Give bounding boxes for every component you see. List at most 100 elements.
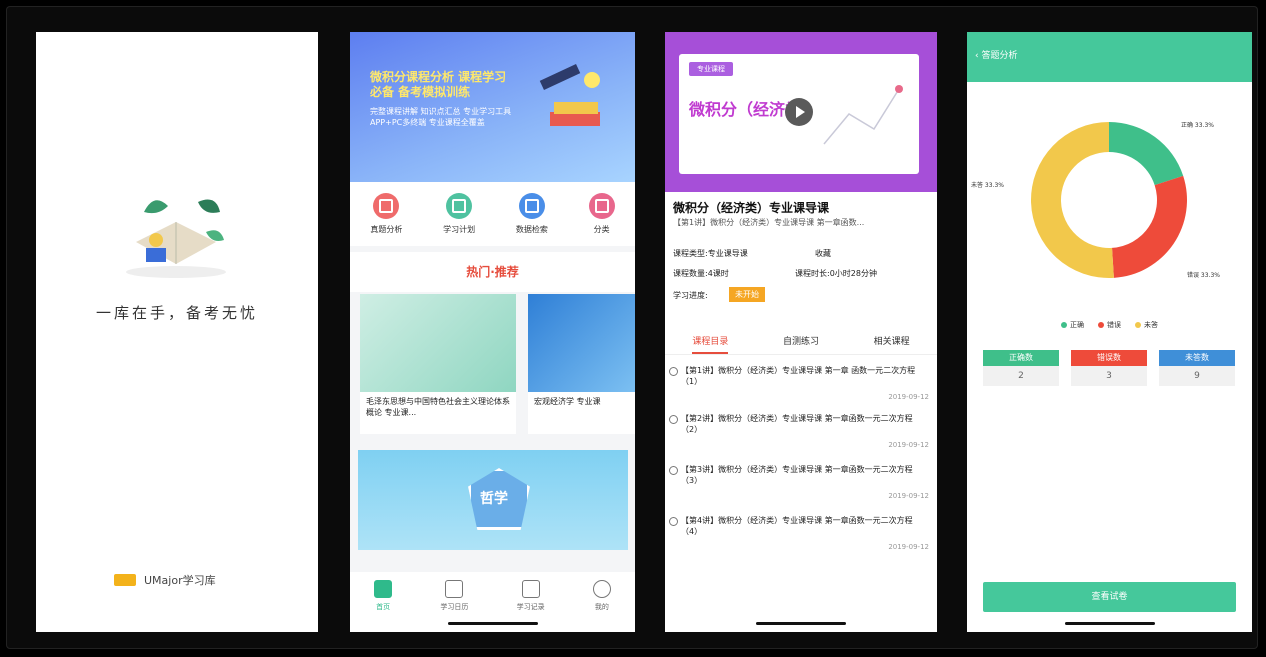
stat-label: 未答数 — [1159, 350, 1235, 366]
stat-unanswered: 未答数 9 — [1159, 350, 1235, 386]
legend-item: 未答 — [1135, 320, 1158, 330]
brand-logo-icon — [114, 574, 136, 586]
legend-item: 错误 — [1098, 320, 1121, 330]
category-row: 真题分析 学习计划 数据检索 分类 — [350, 182, 635, 246]
category-data-search[interactable]: 数据检索 — [516, 193, 548, 235]
banner-title: 微积分课程分析 课程学习必备 备考模拟训练 — [370, 70, 507, 99]
course-duration: 课程时长:0小时28分钟 — [795, 269, 877, 278]
lesson-item[interactable]: 【第1讲】微积分（经济类）专业课导课 第一章 函数一元二次方程（1） 2019-0… — [669, 365, 929, 403]
progress-label: 学习进度: — [673, 291, 708, 300]
video-frame: 专业课程 微积分（经济类） — [679, 54, 919, 174]
search-icon — [518, 193, 545, 219]
pie-label-wrong: 错误 33.3% — [1187, 272, 1220, 279]
course-card[interactable]: 毛泽东思想与中国特色社会主义理论体系概论 专业课... — [360, 294, 516, 434]
splash-screen: 一库在手，备考无忧 UMajor学习库 — [36, 32, 318, 632]
stat-value: 9 — [1159, 366, 1235, 386]
lesson-title: 【第4讲】微积分（经济类）专业课导课 第一章函数一元二次方程 （4） — [681, 516, 913, 536]
progress-badge: 未开始 — [729, 287, 765, 302]
lesson-item[interactable]: 【第3讲】微积分（经济类）专业课导课 第一章函数一元二次方程（3） 2019-09… — [669, 464, 929, 502]
lesson-date: 2019-09-12 — [888, 543, 929, 551]
philosophy-banner[interactable]: 哲学 — [358, 450, 628, 550]
view-paper-button[interactable]: 查看试卷 — [983, 582, 1236, 612]
brand: UMajor学习库 — [114, 572, 216, 588]
back-label: 答题分析 — [981, 51, 1018, 61]
lesson-title: 【第3讲】微积分（经济类）专业课导课 第一章函数一元二次方程（3） — [681, 465, 913, 485]
tab-profile[interactable]: 我的 — [592, 580, 611, 632]
tab-label: 首页 — [376, 603, 391, 611]
donut-chart — [1031, 122, 1187, 278]
stat-correct: 正确数 2 — [983, 350, 1059, 386]
legend-item: 正确 — [1061, 320, 1084, 330]
pie-label-unanswered: 未答 33.3% — [971, 182, 1004, 189]
category-classify[interactable]: 分类 — [588, 193, 615, 235]
course-caption: 宏观经济学 专业课 — [534, 397, 601, 406]
back-button[interactable]: ‹ 答题分析 — [975, 48, 1017, 61]
screenshot-frame: 一库在手，备考无忧 UMajor学习库 微积分课程分析 课程学习必备 备考模拟训… — [6, 6, 1258, 649]
course-cover — [528, 294, 635, 392]
tab-home[interactable]: 首页 — [374, 580, 393, 632]
plan-icon — [446, 193, 473, 219]
lesson-date: 2019-09-12 — [888, 441, 929, 449]
category-label: 真题分析 — [370, 225, 403, 234]
graph-illustration — [823, 85, 903, 145]
home-indicator — [756, 622, 846, 625]
stat-label: 错误数 — [1071, 350, 1147, 366]
course-subtitle: 【第1讲】微积分（经济类）专业课导课 第一章函数... — [673, 218, 865, 227]
pie-label-correct: 正确 33.3% — [1181, 122, 1214, 129]
analysis-screen: ‹ 答题分析 正确 33.3% 错误 33.3% 未答 33.3% 正确 错误 … — [967, 32, 1252, 632]
section-hot-recommend: 热门·推荐 — [350, 246, 635, 292]
course-caption: 毛泽东思想与中国特色社会主义理论体系概论 专业课... — [366, 397, 510, 417]
brand-name: UMajor学习库 — [144, 574, 216, 587]
video-player[interactable]: 专业课程 微积分（经济类） — [665, 32, 937, 192]
stat-value: 2 — [983, 366, 1059, 386]
book-icon — [521, 580, 540, 598]
chart-legend: 正确 错误 未答 — [967, 320, 1252, 330]
course-card[interactable]: 宏观经济学 专业课 — [528, 294, 635, 434]
tab-related[interactable]: 相关课程 — [874, 328, 910, 354]
banner-label: 哲学 — [480, 491, 508, 507]
slogan: 一库在手，备考无忧 — [95, 304, 258, 322]
lesson-date: 2019-09-12 — [888, 492, 929, 500]
course-type: 课程类型:专业课导课 — [673, 249, 748, 258]
category-exam-analysis[interactable]: 真题分析 — [370, 193, 402, 235]
telescope-illustration — [539, 64, 600, 126]
home-screen: 微积分课程分析 课程学习必备 备考模拟训练 完整课程讲解 知识点汇总 专业学习工… — [350, 32, 635, 632]
user-icon — [592, 580, 611, 598]
tab-practice[interactable]: 自测练习 — [783, 328, 819, 354]
course-detail-screen: 专业课程 微积分（经济类） 微积分（经济类）专业课导课 【第1讲】微积分（经济类… — [665, 32, 937, 632]
nav-bar: ‹ 答题分析 — [967, 32, 1252, 82]
donut-slice-3 — [1031, 122, 1114, 278]
course-tag: 专业课程 — [689, 62, 733, 76]
home-indicator — [1064, 622, 1155, 625]
stat-wrong: 错误数 3 — [1071, 350, 1147, 386]
book-illustration — [126, 199, 226, 278]
stat-label: 正确数 — [983, 350, 1059, 366]
lesson-item[interactable]: 【第4讲】微积分（经济类）专业课导课 第一章函数一元二次方程 （4） 2019-0… — [669, 515, 929, 553]
category-label: 学习计划 — [443, 225, 476, 234]
banner-subtitle: 完整课程讲解 知识点汇总 专业学习工具 APP+PC多终端 专业课程全覆盖 — [370, 107, 512, 127]
tab-label: 学习日历 — [440, 603, 469, 611]
exam-icon — [373, 193, 400, 219]
donut-slice-2 — [1112, 175, 1187, 278]
course-cover — [360, 294, 516, 392]
lesson-title: 【第1讲】微积分（经济类）专业课导课 第一章 函数一元二次方程（1） — [681, 366, 916, 386]
category-label: 分类 — [593, 225, 610, 234]
lesson-title: 【第2讲】微积分（经济类）专业课导课 第一章函数一元二次方程（2） — [681, 414, 913, 434]
course-count: 课程数量:4课时 — [673, 269, 729, 278]
tab-label: 我的 — [594, 603, 609, 611]
home-indicator — [447, 622, 538, 625]
home-icon — [374, 580, 393, 598]
lesson-date: 2019-09-12 — [888, 393, 929, 401]
lesson-item[interactable]: 【第2讲】微积分（经济类）专业课导课 第一章函数一元二次方程（2） 2019-09… — [669, 413, 929, 451]
category-label: 数据检索 — [515, 225, 548, 234]
course-title: 微积分（经济类）专业课导课 — [673, 201, 830, 215]
tab-catalog[interactable]: 课程目录 — [692, 328, 729, 354]
course-tabs: 课程目录 自测练习 相关课程 — [665, 328, 937, 355]
calendar-icon — [445, 580, 464, 598]
stat-value: 3 — [1071, 366, 1147, 386]
play-icon[interactable] — [785, 98, 813, 126]
collect-button[interactable]: 收藏 — [815, 248, 831, 259]
tab-label: 学习记录 — [516, 603, 545, 611]
home-banner[interactable]: 微积分课程分析 课程学习必备 备考模拟训练 完整课程讲解 知识点汇总 专业学习工… — [350, 32, 635, 182]
category-study-plan[interactable]: 学习计划 — [443, 193, 475, 235]
